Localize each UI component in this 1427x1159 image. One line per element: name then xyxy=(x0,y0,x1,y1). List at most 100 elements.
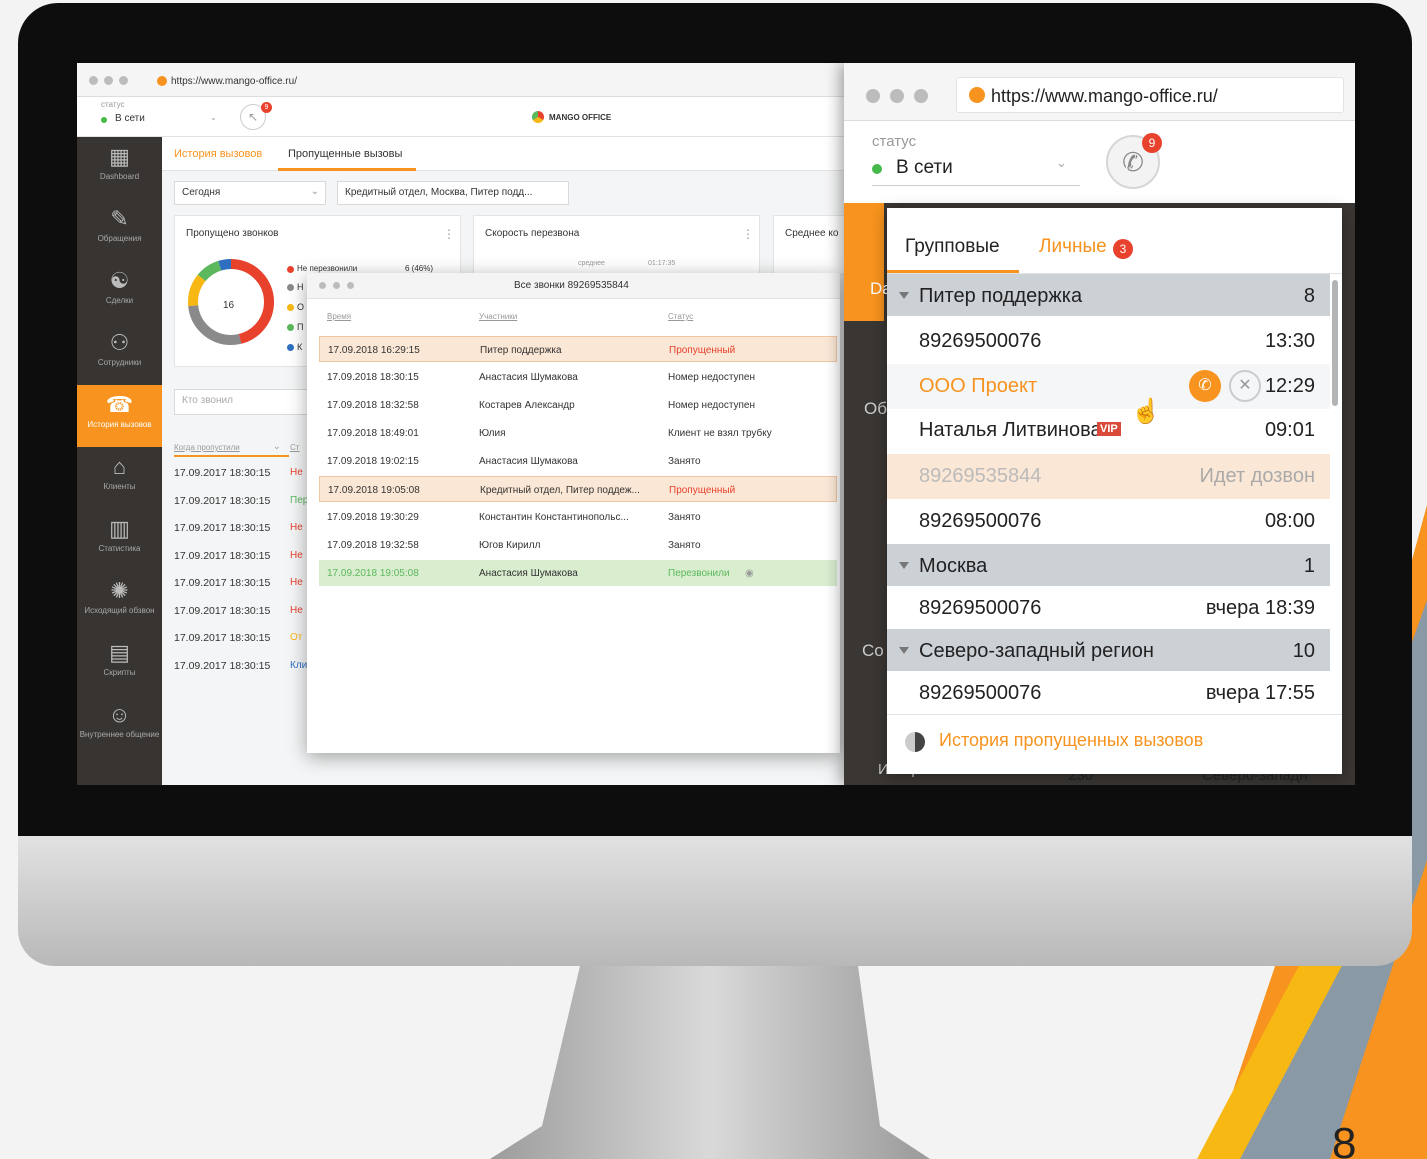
sidebar-item[interactable]: ☯ Сделки xyxy=(77,261,162,323)
sidebar-item[interactable]: ⌂ Клиенты xyxy=(77,447,162,509)
deals-icon: ☯ xyxy=(109,268,130,293)
list-header-status[interactable]: Ст xyxy=(290,443,299,452)
outgoing-calls-icon: ✺ xyxy=(110,578,129,603)
table-row[interactable]: 17.09.2018 16:29:15 Питер поддержка Пропущ… xyxy=(319,336,837,362)
sidebar-item[interactable]: ▦ Dashboard xyxy=(77,137,162,199)
group-row[interactable]: Питер поддержка 8 xyxy=(887,274,1330,316)
collapse-triangle-icon[interactable] xyxy=(899,562,909,569)
group-name: Питер поддержка xyxy=(919,285,1083,307)
table-row[interactable]: 17.09.2018 19:30:29 Константин Константин… xyxy=(319,504,837,530)
list-item-time: 17.09.2017 18:30:15 xyxy=(174,577,271,589)
sidebar-item[interactable]: ⚇ Сотрудники xyxy=(77,323,162,385)
modal-titlebar: Все звонки 89269535844 xyxy=(307,273,840,299)
group-row[interactable]: Северо-западный регион 10 xyxy=(887,629,1330,671)
personal-badge: 3 xyxy=(1113,239,1133,259)
list-item-status: Не xyxy=(290,522,303,533)
row-status: Номер недоступен xyxy=(668,400,756,411)
col-participants[interactable]: Участники xyxy=(479,312,517,321)
sidebar-item[interactable]: ✎ Обращения xyxy=(77,199,162,261)
list-item-status: Не xyxy=(290,549,303,561)
kebab-icon[interactable]: ⋮ xyxy=(742,227,754,241)
call-time: 09:01 xyxy=(1264,419,1315,441)
mango-logo-icon xyxy=(532,111,544,123)
legend-dot xyxy=(287,324,294,331)
table-row[interactable]: 17.09.2018 19:32:58 Югов Кирилл Занято xyxy=(319,532,837,558)
row-participants: Питер поддержка xyxy=(480,345,562,356)
table-row[interactable]: 17.09.2018 19:05:08 Анастасия Шумакова Пер… xyxy=(319,560,837,586)
tab-personal[interactable]: Личные xyxy=(1039,236,1107,258)
row-time: 17.09.2018 19:30:29 xyxy=(327,512,419,523)
back-status-select[interactable]: В сети xyxy=(115,113,145,124)
period-select[interactable]: Сегодня ⌄ xyxy=(174,181,326,205)
list-item-time: 17.09.2017 18:30:15 xyxy=(174,604,271,617)
front-status-select[interactable]: В сети xyxy=(896,157,953,179)
legend-item: Н xyxy=(297,282,304,292)
search-input[interactable]: Кто звонил xyxy=(174,389,314,415)
dismiss-button[interactable]: ✕ xyxy=(1229,370,1261,402)
back-url[interactable]: https://www.mango-office.ru/ xyxy=(171,76,297,87)
call-row[interactable]: 89269500076 13:30 xyxy=(887,319,1330,364)
eye-icon[interactable]: ◉ xyxy=(745,568,754,579)
row-time: 17.09.2018 16:29:15 xyxy=(328,345,420,356)
call-row[interactable]: Наталья Литвинова VIP 09:01 xyxy=(887,408,1330,453)
row-status: Занято xyxy=(668,456,701,467)
chevron-down-icon[interactable]: ⌄ xyxy=(1056,155,1067,171)
collapse-triangle-icon[interactable] xyxy=(899,292,909,299)
call-row[interactable]: 89269500076 вчера 18:39 xyxy=(887,586,1330,631)
call-time: вчера 17:55 xyxy=(1205,682,1315,704)
legend-dot xyxy=(287,284,294,291)
table-row[interactable]: 17.09.2018 18:32:58 Костарев Александр Ном… xyxy=(319,392,837,418)
active-tab-underline xyxy=(278,168,416,171)
vip-badge: VIP xyxy=(1097,422,1121,436)
tab-call-history[interactable]: История вызовов xyxy=(174,148,262,160)
tab-missed-calls[interactable]: Пропущенные вызовы xyxy=(288,148,402,160)
group-row[interactable]: Москва 1 xyxy=(887,544,1330,586)
call-row[interactable]: 89269500076 вчера 17:55 xyxy=(887,671,1330,716)
call-button[interactable]: ✆ xyxy=(1189,370,1221,402)
caller-name: 89269500076 xyxy=(919,597,1042,619)
list-item-status: Не xyxy=(290,577,303,588)
clients-icon: ⌂ xyxy=(112,454,127,479)
row-participants: Анастасия Шумакова xyxy=(479,372,578,383)
sort-chevron-icon[interactable]: ⌄ xyxy=(273,441,281,452)
kebab-icon[interactable]: ⋮ xyxy=(443,227,455,241)
sidebar-item[interactable]: ☎ История вызовов xyxy=(77,385,162,447)
front-address-bar[interactable]: https://www.mango-office.ru/ xyxy=(956,77,1344,113)
globe-icon xyxy=(969,87,985,103)
history-pie-icon xyxy=(905,732,925,752)
table-row[interactable]: 17.09.2018 18:30:15 Анастасия Шумакова Ном… xyxy=(319,364,837,390)
call-row[interactable]: 89269535844 Идет дозвон xyxy=(887,454,1330,499)
sidebar-item-label: Обращения xyxy=(97,234,142,243)
sidebar-item[interactable]: ☺ Внутреннее общение xyxy=(77,695,162,757)
sidebar-item[interactable]: ▤ Скрипты xyxy=(77,633,162,695)
table-row[interactable]: 17.09.2018 19:05:08 Кредитный отдел, Пите… xyxy=(319,476,837,502)
sidebar-item[interactable]: ✺ Исходящий обзвон xyxy=(77,571,162,633)
chevron-down-icon[interactable]: ⌄ xyxy=(210,113,217,122)
col-time[interactable]: Время xyxy=(327,312,351,321)
group-count: 1 xyxy=(1303,555,1315,577)
speed-card: Скорость перезвона ⋮ среднее 01:17:35 xyxy=(473,215,760,275)
call-row[interactable]: 89269500076 08:00 xyxy=(887,499,1330,544)
legend-item: К xyxy=(297,342,303,352)
list-item-status: Пер xyxy=(290,494,309,506)
list-header-underline xyxy=(174,455,289,457)
groups-select[interactable]: Кредитный отдел, Москва, Питер подд... xyxy=(337,181,569,205)
row-time: 17.09.2018 18:49:01 xyxy=(327,428,419,439)
table-row[interactable]: 17.09.2018 19:02:15 Анастасия Шумакова Зан… xyxy=(319,448,837,474)
col-status[interactable]: Статус xyxy=(668,312,693,321)
row-time: 17.09.2018 19:05:08 xyxy=(327,568,419,579)
list-item-status: Не xyxy=(290,467,303,478)
table-row[interactable]: 17.09.2018 18:49:01 Юлия Клиент не взял тр… xyxy=(319,420,837,446)
list-header-when[interactable]: Когда пропустили xyxy=(174,443,240,452)
group-name: Москва xyxy=(919,555,988,577)
scrollbar[interactable] xyxy=(1332,280,1338,406)
caller-name: Наталья Литвинова xyxy=(919,419,1102,441)
sidebar-item[interactable]: ▥ Статистика xyxy=(77,509,162,571)
collapse-triangle-icon[interactable] xyxy=(899,647,909,654)
row-participants: Кредитный отдел, Питер поддеж... xyxy=(480,485,640,496)
search-placeholder: Кто звонил xyxy=(182,395,233,406)
missed-history-link[interactable]: История пропущенных вызовов xyxy=(939,730,1203,751)
call-row[interactable]: ООО Проект 12:29 ✆ ✕ xyxy=(887,364,1330,409)
caller-name: ООО Проект xyxy=(919,375,1038,397)
tab-group[interactable]: Групповые xyxy=(905,236,1000,258)
